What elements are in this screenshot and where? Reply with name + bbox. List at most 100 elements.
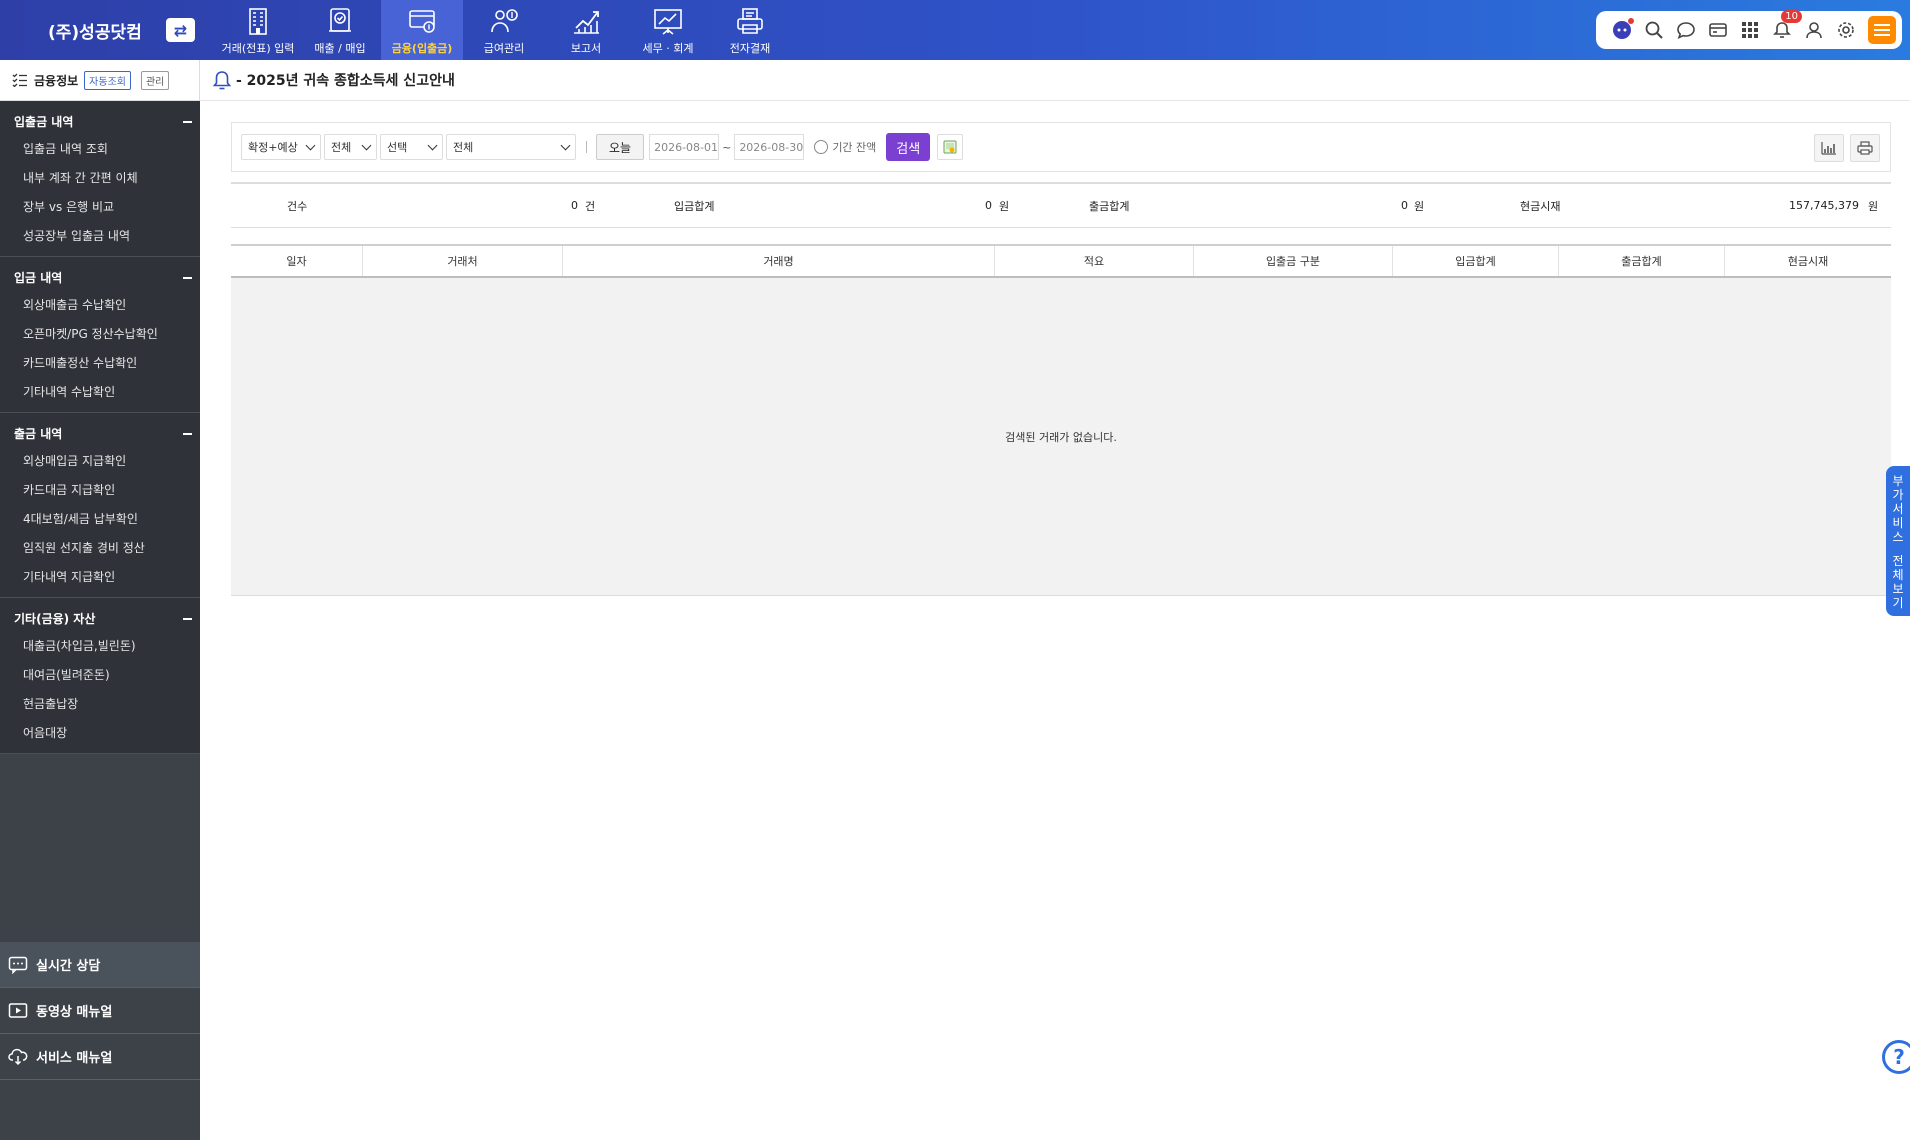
sidebar-bottom-links: 실시간 상담 동영상 매뉴얼 서비스 매뉴얼: [0, 942, 200, 1080]
tab-char: 체: [1892, 568, 1904, 582]
sidebar-item[interactable]: 성공장부 입출금 내역: [0, 221, 200, 250]
column-header[interactable]: 입금합계: [1393, 246, 1559, 276]
collapse-icon[interactable]: [183, 276, 192, 279]
print-button[interactable]: [1850, 134, 1880, 162]
sidebar-item[interactable]: 어음대장: [0, 718, 200, 747]
notice-text[interactable]: - 2025년 귀속 종합소득세 신고안내: [236, 70, 455, 90]
period-balance-label: 기간 잔액: [832, 141, 877, 154]
column-header[interactable]: 거래처: [363, 246, 563, 276]
user-icon[interactable]: [1802, 18, 1826, 42]
menu-group-title[interactable]: 입금 내역: [0, 265, 200, 290]
count-unit: 건: [585, 199, 596, 213]
sidebar-item[interactable]: 외상매출금 수납확인: [0, 290, 200, 319]
hamburger-menu-button[interactable]: [1868, 16, 1896, 44]
summary-bar: 건수 0 건 입금합계 0 원 출금합계 0 원 현금시재 157,745,37…: [231, 182, 1891, 228]
service-manual-link[interactable]: 서비스 매뉴얼: [0, 1034, 200, 1080]
message-icon[interactable]: [1674, 18, 1698, 42]
menu-group-withdrawals: 출금 내역 외상매입금 지급확인 카드대금 지급확인 4대보험/세금 납부확인 …: [0, 413, 200, 598]
help-icon[interactable]: ?: [1882, 1040, 1910, 1074]
category-select[interactable]: 전체: [446, 134, 576, 160]
apps-grid-icon[interactable]: [1738, 18, 1762, 42]
notification-badge: 10: [1781, 10, 1802, 23]
sidebar-item[interactable]: 대출금(차입금,빌린돈): [0, 631, 200, 660]
status-select[interactable]: 확정+예상: [241, 134, 321, 160]
account-select[interactable]: 전체: [324, 134, 377, 160]
search-button[interactable]: 검색: [886, 133, 931, 161]
sidebar-item[interactable]: 기타내역 수납확인: [0, 377, 200, 406]
sidebar-item[interactable]: 기타내역 지급확인: [0, 562, 200, 591]
empty-message: 검색된 거래가 없습니다.: [1005, 430, 1117, 444]
sidebar-item[interactable]: 카드대금 지급확인: [0, 475, 200, 504]
sidebar-item[interactable]: 오픈마켓/PG 정산수납확인: [0, 319, 200, 348]
nav-e-approval[interactable]: 전자결재: [709, 0, 791, 60]
auto-query-button[interactable]: 자동조회: [84, 70, 131, 90]
date-to-input[interactable]: 2026-08-30: [734, 134, 805, 160]
live-chat-link[interactable]: 실시간 상담: [0, 942, 200, 988]
nav-label: 급여관리: [483, 42, 525, 55]
nav-label: 전자결재: [729, 42, 771, 55]
nav-tax-accounting[interactable]: 세무 · 회계: [627, 0, 709, 60]
gear-icon[interactable]: [1834, 18, 1858, 42]
nav-transaction-entry[interactable]: 거래(전표) 입력: [217, 0, 299, 60]
right-tools: [1814, 134, 1880, 162]
menu-group-title[interactable]: 출금 내역: [0, 421, 200, 446]
column-header[interactable]: 거래명: [563, 246, 995, 276]
company-area: (주)성공닷컴 ⇄: [0, 0, 200, 60]
report-chart-icon: [574, 11, 599, 34]
card-coin-icon: [409, 10, 435, 33]
menu-group-title[interactable]: 입출금 내역: [0, 109, 200, 134]
excel-export-button[interactable]: [937, 134, 964, 160]
radio-circle[interactable]: [814, 140, 829, 154]
nav-label: 보고서: [570, 42, 602, 55]
column-header[interactable]: 입출금 구분: [1194, 246, 1393, 276]
sidebar: 금융정보 자동조회 관리 입출금 내역 입출금 내역 조회 내부 계좌 간 간편…: [0, 60, 200, 1140]
sidebar-item[interactable]: 외상매입금 지급확인: [0, 446, 200, 475]
wallet-icon[interactable]: [1706, 18, 1730, 42]
period-balance-radio[interactable]: 기간 잔액: [814, 139, 876, 155]
bell-icon: [212, 71, 232, 90]
sidebar-item[interactable]: 임직원 선지출 경비 정산: [0, 533, 200, 562]
sidebar-item[interactable]: 4대보험/세금 납부확인: [0, 504, 200, 533]
manage-button[interactable]: 관리: [140, 70, 170, 90]
chatbot-icon[interactable]: [1610, 18, 1634, 42]
sidebar-item[interactable]: 장부 vs 은행 비교: [0, 192, 200, 221]
sidebar-item[interactable]: 대여금(빌려준돈): [0, 660, 200, 689]
today-button[interactable]: 오늘: [596, 134, 645, 160]
sidebar-item[interactable]: 카드매출정산 수납확인: [0, 348, 200, 377]
divider: [586, 141, 587, 153]
column-header[interactable]: 적요: [995, 246, 1194, 276]
column-header[interactable]: 출금합계: [1559, 246, 1725, 276]
chevron-down-icon: [427, 140, 438, 150]
sidebar-item[interactable]: 내부 계좌 간 간편 이체: [0, 163, 200, 192]
switch-company-button[interactable]: ⇄: [166, 18, 195, 42]
column-header[interactable]: 일자: [231, 246, 363, 276]
payroll-person-icon: [491, 9, 518, 33]
group-title-text: 기타(금융) 자산: [14, 612, 96, 626]
printer-icon: [1857, 141, 1873, 155]
date-from-input[interactable]: 2026-08-01: [649, 134, 720, 160]
collapse-icon[interactable]: [183, 120, 192, 123]
bell-icon[interactable]: 10: [1770, 10, 1802, 42]
nav-payroll[interactable]: 급여관리: [463, 0, 545, 60]
collapse-icon[interactable]: [183, 617, 192, 620]
cash-balance-value: 157,745,379: [1789, 199, 1859, 212]
chevron-down-icon: [560, 140, 571, 150]
nav-finance[interactable]: 금융(입출금): [381, 0, 463, 60]
chevron-down-icon: [305, 140, 316, 150]
nav-label: 세무 · 회계: [642, 42, 694, 55]
chart-view-button[interactable]: [1814, 134, 1844, 162]
nav-sales-purchase[interactable]: 매출 / 매입: [299, 0, 381, 60]
search-icon[interactable]: [1642, 18, 1666, 42]
type-select[interactable]: 선택: [380, 134, 443, 160]
presentation-icon: [654, 9, 682, 35]
collapse-icon[interactable]: [183, 432, 192, 435]
group-title-text: 입출금 내역: [14, 115, 74, 129]
nav-reports[interactable]: 보고서: [545, 0, 627, 60]
sidebar-item[interactable]: 현금출납장: [0, 689, 200, 718]
column-header[interactable]: 현금시재: [1725, 246, 1891, 276]
value-added-services-tab[interactable]: 부 가 서 비 스 전 체 보 기: [1886, 466, 1910, 616]
sidebar-item[interactable]: 입출금 내역 조회: [0, 134, 200, 163]
video-manual-link[interactable]: 동영상 매뉴얼: [0, 988, 200, 1034]
deposit-total-label: 입금합계: [674, 199, 715, 213]
menu-group-title[interactable]: 기타(금융) 자산: [0, 606, 200, 631]
